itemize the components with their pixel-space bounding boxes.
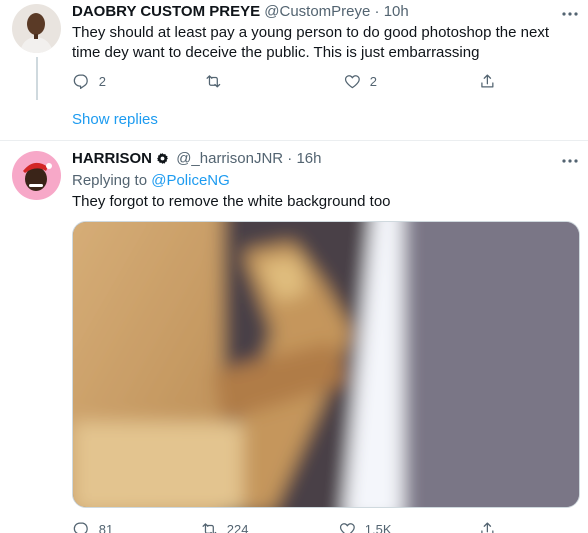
more-horizontal-icon[interactable] [560, 151, 580, 171]
avatar-daobry[interactable] [12, 4, 61, 53]
tweet-actions: 2 2 [62, 69, 522, 93]
like-count: 2 [369, 73, 377, 89]
reply-button[interactable]: 81 [72, 517, 113, 533]
retweet-icon [206, 74, 221, 88]
tweet-image[interactable] [72, 221, 580, 508]
tweet-text: They should at least pay a young person … [72, 24, 550, 61]
tweet-text: They forgot to remove the white backgrou… [72, 193, 391, 210]
reply-icon [73, 522, 88, 533]
timestamp[interactable]: 16h [296, 150, 321, 167]
mention-link[interactable]: @PoliceNG [151, 172, 230, 189]
share-button[interactable] [478, 517, 505, 533]
show-replies-link[interactable]: Show replies [72, 111, 158, 128]
avatar-harrison[interactable] [12, 151, 61, 200]
replying-to: Replying to @PoliceNG [72, 172, 230, 189]
like-button[interactable]: 1.5K [338, 517, 392, 533]
separator-dot: · [374, 3, 380, 20]
separator-dot: · [287, 150, 293, 167]
heart-icon [339, 522, 355, 533]
reply-button[interactable]: 2 [72, 69, 106, 93]
reply-count: 81 [98, 521, 114, 533]
gear-badge-icon [156, 152, 169, 169]
tweet-actions: 81 224 1.5K [62, 517, 522, 533]
tweet-header: HARRISON @_harrisonJNR · 16h [72, 150, 322, 169]
like-button[interactable]: 2 [343, 69, 377, 93]
heart-icon [344, 74, 360, 88]
show-replies-row[interactable]: Show replies [0, 100, 588, 141]
user-handle[interactable]: @CustomPreye [264, 3, 370, 20]
reply-count: 2 [98, 73, 106, 89]
more-horizontal-icon[interactable] [560, 4, 580, 24]
tweet-header: DAOBRY CUSTOM PREYE @CustomPreye · 10h [72, 3, 409, 20]
tweet-daobry[interactable]: DAOBRY CUSTOM PREYE @CustomPreye · 10h T… [0, 0, 588, 100]
display-name[interactable]: HARRISON [72, 150, 152, 167]
user-handle[interactable]: @_harrisonJNR [176, 150, 283, 167]
share-icon [481, 522, 494, 533]
retweet-button[interactable]: 224 [200, 517, 248, 533]
replying-prefix: Replying to [72, 172, 152, 189]
thread-line [36, 57, 38, 100]
retweet-button[interactable] [204, 69, 231, 93]
retweet-icon [202, 522, 217, 533]
reply-icon [73, 74, 88, 89]
timestamp[interactable]: 10h [384, 3, 409, 20]
display-name[interactable]: DAOBRY CUSTOM PREYE [72, 3, 260, 20]
tweet-harrison[interactable]: HARRISON @_harrisonJNR · 16h Replying to… [0, 141, 588, 533]
share-button[interactable] [478, 69, 505, 93]
share-icon [481, 74, 494, 88]
retweet-count: 224 [226, 521, 249, 533]
like-count: 1.5K [364, 521, 392, 533]
